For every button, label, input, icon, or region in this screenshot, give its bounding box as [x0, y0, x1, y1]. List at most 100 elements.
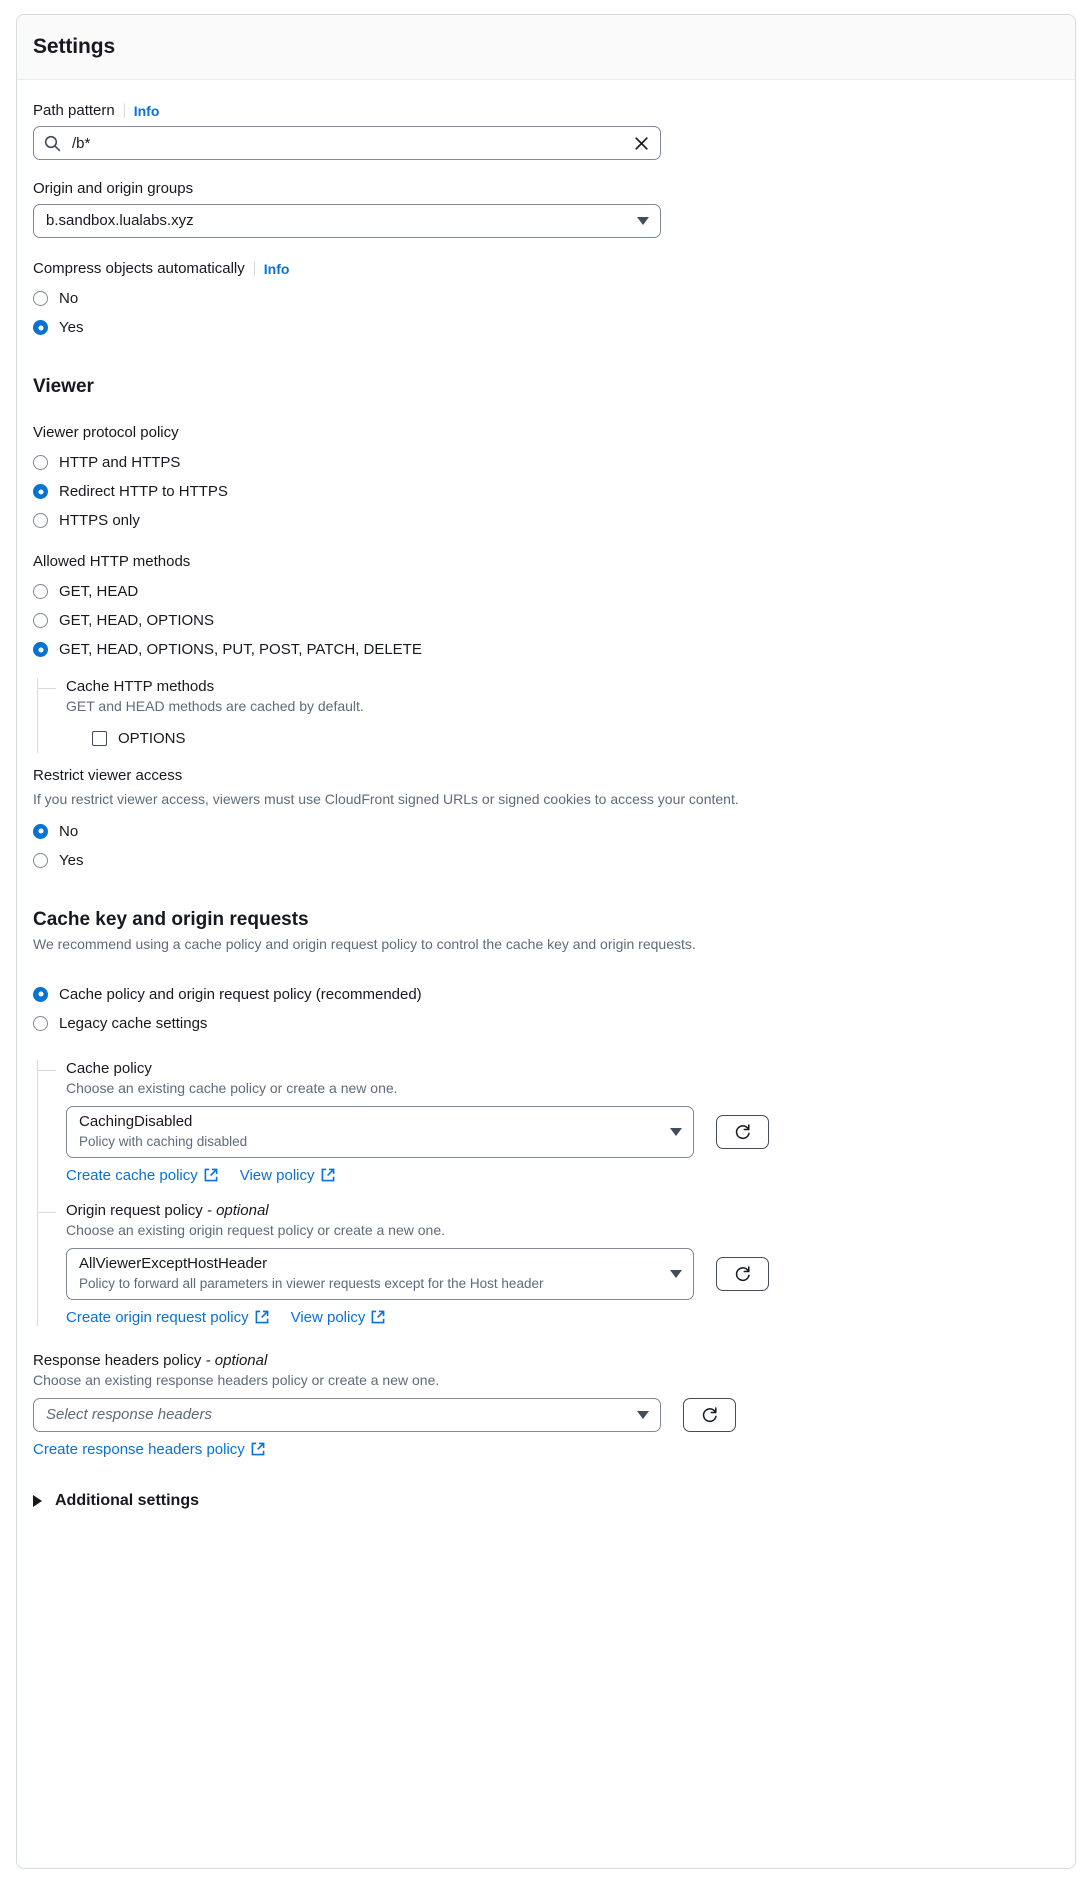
close-icon[interactable]	[633, 135, 650, 152]
response-headers-policy-select[interactable]: Select response headers	[33, 1397, 661, 1432]
chevron-down-icon	[637, 1410, 649, 1419]
radio-icon[interactable]	[33, 852, 48, 868]
radio-icon[interactable]	[33, 513, 48, 528]
origin-select-value: b.sandbox.lualabs.xyz	[46, 211, 194, 229]
cache-policy-refresh-button[interactable]	[716, 1114, 769, 1149]
restrict-viewer-option-no-label: No	[59, 822, 79, 840]
origin-request-policy-label: Origin request policy - optional	[66, 1202, 1059, 1219]
cache-http-methods-label: Cache HTTP methods	[66, 678, 215, 695]
origin-label: Origin and origin groups	[33, 180, 194, 197]
allowed-methods-option-get-head[interactable]: GET, HEAD	[33, 577, 1059, 606]
cache-mode-option-legacy[interactable]: Legacy cache settings	[33, 1009, 1059, 1038]
cache-http-methods-checkbox-label: OPTIONS	[118, 729, 186, 747]
viewer-protocol-option-http-and-https[interactable]: HTTP and HTTPS	[33, 448, 1059, 477]
path-pattern-input[interactable]: /b*	[33, 126, 661, 160]
cache-policy-label: Cache policy	[66, 1059, 152, 1077]
viewer-protocol-label: Viewer protocol policy	[33, 424, 179, 441]
response-headers-policy-placeholder: Select response headers	[46, 1406, 212, 1424]
allowed-methods-option-get-head-options[interactable]: GET, HEAD, OPTIONS	[33, 606, 1059, 635]
radio-icon[interactable]	[33, 484, 48, 499]
cache-policy-value: CachingDisabled	[79, 1112, 193, 1130]
allowed-methods-label: Allowed HTTP methods	[33, 553, 191, 570]
radio-icon[interactable]	[33, 986, 48, 1002]
label-divider	[123, 103, 125, 118]
compress-label: Compress objects automatically	[33, 260, 245, 277]
compress-option-yes-label: Yes	[59, 319, 84, 336]
radio-icon[interactable]	[33, 823, 48, 839]
chevron-down-icon	[670, 1269, 682, 1278]
cache-policy-row: CachingDisabled Policy with caching disa…	[66, 1105, 1059, 1158]
create-response-headers-policy-link[interactable]: Create response headers policy	[33, 1441, 265, 1458]
radio-icon[interactable]	[33, 320, 48, 335]
origin-select[interactable]: b.sandbox.lualabs.xyz	[33, 204, 661, 238]
response-headers-policy-optional: - optional	[205, 1351, 268, 1369]
origin-request-policy-item: Origin request policy - optional Choose …	[37, 1202, 1059, 1326]
create-origin-request-policy-link[interactable]: Create origin request policy	[66, 1309, 269, 1326]
restrict-viewer-option-yes-label: Yes	[59, 851, 84, 869]
restrict-viewer-option-no[interactable]: No	[33, 817, 1059, 846]
cache-http-methods-group: Cache HTTP methods GET and HEAD methods …	[37, 678, 1059, 753]
refresh-icon	[735, 1266, 750, 1282]
radio-icon[interactable]	[33, 613, 48, 628]
allowed-methods-label-row: Allowed HTTP methods	[33, 553, 1059, 570]
chevron-right-icon	[33, 1494, 42, 1507]
compress-label-row: Compress objects automatically Info	[33, 260, 1059, 277]
cache-policy-select[interactable]: CachingDisabled Policy with caching disa…	[66, 1105, 694, 1158]
response-headers-policy-label: Response headers policy - optional	[33, 1352, 1059, 1369]
viewer-protocol-option-redirect[interactable]: Redirect HTTP to HTTPS	[33, 477, 1059, 506]
restrict-viewer-option-yes[interactable]: Yes	[33, 846, 1059, 875]
view-cache-policy-link-label: View policy	[239, 1166, 315, 1184]
origin-request-policy-links: Create origin request policy View policy	[66, 1309, 1059, 1326]
create-cache-policy-link-label: Create cache policy	[66, 1166, 198, 1184]
cache-policy-description: Choose an existing cache policy or creat…	[66, 1079, 398, 1096]
external-link-icon	[251, 1442, 265, 1456]
origin-request-policy-optional: - optional	[206, 1201, 269, 1219]
checkbox-icon[interactable]	[92, 730, 107, 746]
response-headers-policy-links: Create response headers policy	[33, 1441, 1059, 1458]
restrict-viewer-description: If you restrict viewer access, viewers m…	[33, 790, 739, 807]
response-headers-policy-refresh-button[interactable]	[683, 1397, 736, 1432]
cache-mode-option-policy[interactable]: Cache policy and origin request policy (…	[33, 980, 1059, 1009]
search-icon	[44, 135, 61, 152]
response-headers-policy-description: Choose an existing response headers poli…	[33, 1371, 440, 1388]
policy-group: Cache policy Choose an existing cache po…	[37, 1059, 1059, 1326]
path-pattern-info-link[interactable]: Info	[134, 103, 160, 119]
allowed-methods-option-0-label: GET, HEAD	[59, 583, 139, 600]
radio-icon[interactable]	[33, 291, 48, 306]
view-origin-request-policy-link[interactable]: View policy	[291, 1309, 386, 1326]
origin-request-policy-value: AllViewerExceptHostHeader	[79, 1254, 268, 1272]
radio-icon[interactable]	[33, 584, 48, 599]
cache-key-heading: Cache key and origin requests	[33, 908, 309, 930]
cache-key-description: We recommend using a cache policy and or…	[33, 935, 696, 952]
external-link-icon	[371, 1310, 385, 1324]
cache-http-methods-options-checkbox[interactable]: OPTIONS	[66, 724, 1059, 753]
additional-settings-toggle[interactable]: Additional settings	[33, 1492, 1059, 1510]
origin-request-policy-value-sub: Policy to forward all parameters in view…	[79, 1275, 544, 1291]
radio-icon[interactable]	[33, 642, 48, 657]
compress-option-yes[interactable]: Yes	[33, 313, 1059, 342]
view-cache-policy-link[interactable]: View policy	[240, 1167, 335, 1184]
allowed-methods-option-all[interactable]: GET, HEAD, OPTIONS, PUT, POST, PATCH, DE…	[33, 635, 1059, 664]
radio-icon[interactable]	[33, 455, 48, 470]
compress-option-no[interactable]: No	[33, 284, 1059, 313]
viewer-protocol-option-0-label: HTTP and HTTPS	[59, 454, 181, 471]
create-cache-policy-link[interactable]: Create cache policy	[66, 1167, 218, 1184]
compress-info-link[interactable]: Info	[264, 261, 290, 277]
cache-policy-links: Create cache policy View policy	[66, 1167, 1059, 1184]
panel-header: Settings	[17, 15, 1075, 80]
path-pattern-label: Path pattern	[33, 102, 115, 119]
viewer-protocol-option-https-only[interactable]: HTTPS only	[33, 506, 1059, 535]
page-title: Settings	[33, 35, 116, 58]
path-pattern-value: /b*	[72, 134, 91, 152]
origin-request-policy-refresh-button[interactable]	[716, 1256, 769, 1291]
panel-body: Path pattern Info /b* Origin and origin …	[17, 80, 1075, 1540]
origin-label-row: Origin and origin groups	[33, 180, 1059, 197]
path-pattern-label-row: Path pattern Info	[33, 102, 1059, 119]
allowed-methods-option-2-label: GET, HEAD, OPTIONS, PUT, POST, PATCH, DE…	[59, 641, 422, 658]
origin-request-policy-description: Choose an existing origin request policy…	[66, 1221, 445, 1238]
viewer-protocol-option-1-label: Redirect HTTP to HTTPS	[59, 483, 228, 500]
radio-icon[interactable]	[33, 1015, 48, 1031]
origin-request-policy-select[interactable]: AllViewerExceptHostHeader Policy to forw…	[66, 1247, 694, 1300]
cache-mode-option-policy-label: Cache policy and origin request policy (…	[59, 985, 422, 1003]
cache-mode-option-legacy-label: Legacy cache settings	[59, 1014, 208, 1032]
